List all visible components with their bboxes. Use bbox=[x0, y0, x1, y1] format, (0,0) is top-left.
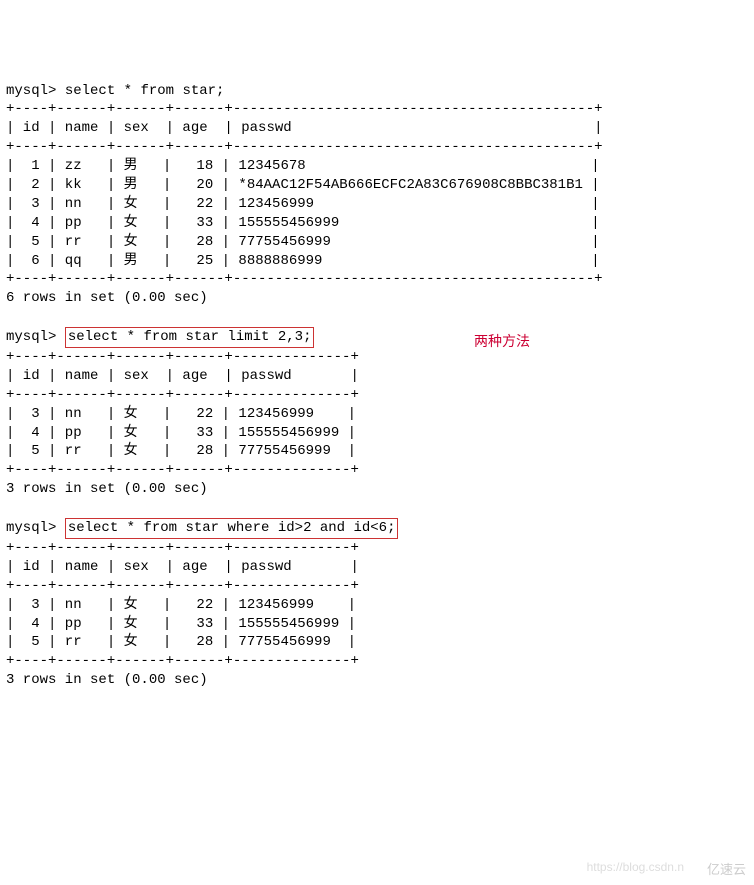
table1-sep: +----+------+------+------+-------------… bbox=[6, 139, 603, 155]
mysql-prompt: mysql> bbox=[6, 329, 56, 345]
table1-row: | 3 | nn | 女 | 22 | 123456999 | bbox=[6, 196, 600, 212]
query-3-highlighted: select * from star where id>2 and id<6; bbox=[65, 518, 399, 539]
table1-sep: +----+------+------+------+-------------… bbox=[6, 271, 603, 287]
watermark-csdn: https://blog.csdn.n bbox=[587, 859, 684, 875]
table1-sep: +----+------+------+------+-------------… bbox=[6, 101, 603, 117]
table1-row: | 2 | kk | 男 | 20 | *84AAC12F54AB666ECFC… bbox=[6, 177, 600, 193]
table2-row: | 5 | rr | 女 | 28 | 77755456999 | bbox=[6, 443, 356, 459]
table1-row: | 4 | pp | 女 | 33 | 155555456999 | bbox=[6, 215, 600, 231]
query-1: select * from star; bbox=[65, 83, 225, 99]
table3-header: | id | name | sex | age | passwd | bbox=[6, 559, 359, 575]
table2-sep: +----+------+------+------+-------------… bbox=[6, 462, 359, 478]
query-2-highlighted: select * from star limit 2,3; bbox=[65, 327, 315, 348]
table3-row: | 5 | rr | 女 | 28 | 77755456999 | bbox=[6, 634, 356, 650]
table2-header: | id | name | sex | age | passwd | bbox=[6, 368, 359, 384]
table3-row: | 4 | pp | 女 | 33 | 155555456999 | bbox=[6, 616, 356, 632]
table1-row: | 6 | qq | 男 | 25 | 8888886999 | bbox=[6, 253, 600, 269]
table3-row: | 3 | nn | 女 | 22 | 123456999 | bbox=[6, 597, 356, 613]
table3-footer: 3 rows in set (0.00 sec) bbox=[6, 672, 208, 688]
mysql-prompt: mysql> bbox=[6, 520, 56, 536]
table2-row: | 3 | nn | 女 | 22 | 123456999 | bbox=[6, 406, 356, 422]
table2-footer: 3 rows in set (0.00 sec) bbox=[6, 481, 208, 497]
table3-sep: +----+------+------+------+-------------… bbox=[6, 540, 359, 556]
watermark-yisu: 亿速云 bbox=[707, 861, 746, 879]
terminal-output: mysql> select * from star; +----+------+… bbox=[6, 82, 748, 691]
table2-row: | 4 | pp | 女 | 33 | 155555456999 | bbox=[6, 425, 356, 441]
table2-sep: +----+------+------+------+-------------… bbox=[6, 387, 359, 403]
table1-footer: 6 rows in set (0.00 sec) bbox=[6, 290, 208, 306]
table1-row: | 1 | zz | 男 | 18 | 12345678 | bbox=[6, 158, 600, 174]
table1-header: | id | name | sex | age | passwd | bbox=[6, 120, 603, 136]
table2-sep: +----+------+------+------+-------------… bbox=[6, 349, 359, 365]
table3-sep: +----+------+------+------+-------------… bbox=[6, 578, 359, 594]
table3-sep: +----+------+------+------+-------------… bbox=[6, 653, 359, 669]
mysql-prompt: mysql> bbox=[6, 83, 56, 99]
table1-row: | 5 | rr | 女 | 28 | 77755456999 | bbox=[6, 234, 600, 250]
annotation-two-methods: 两种方法 bbox=[474, 332, 530, 351]
